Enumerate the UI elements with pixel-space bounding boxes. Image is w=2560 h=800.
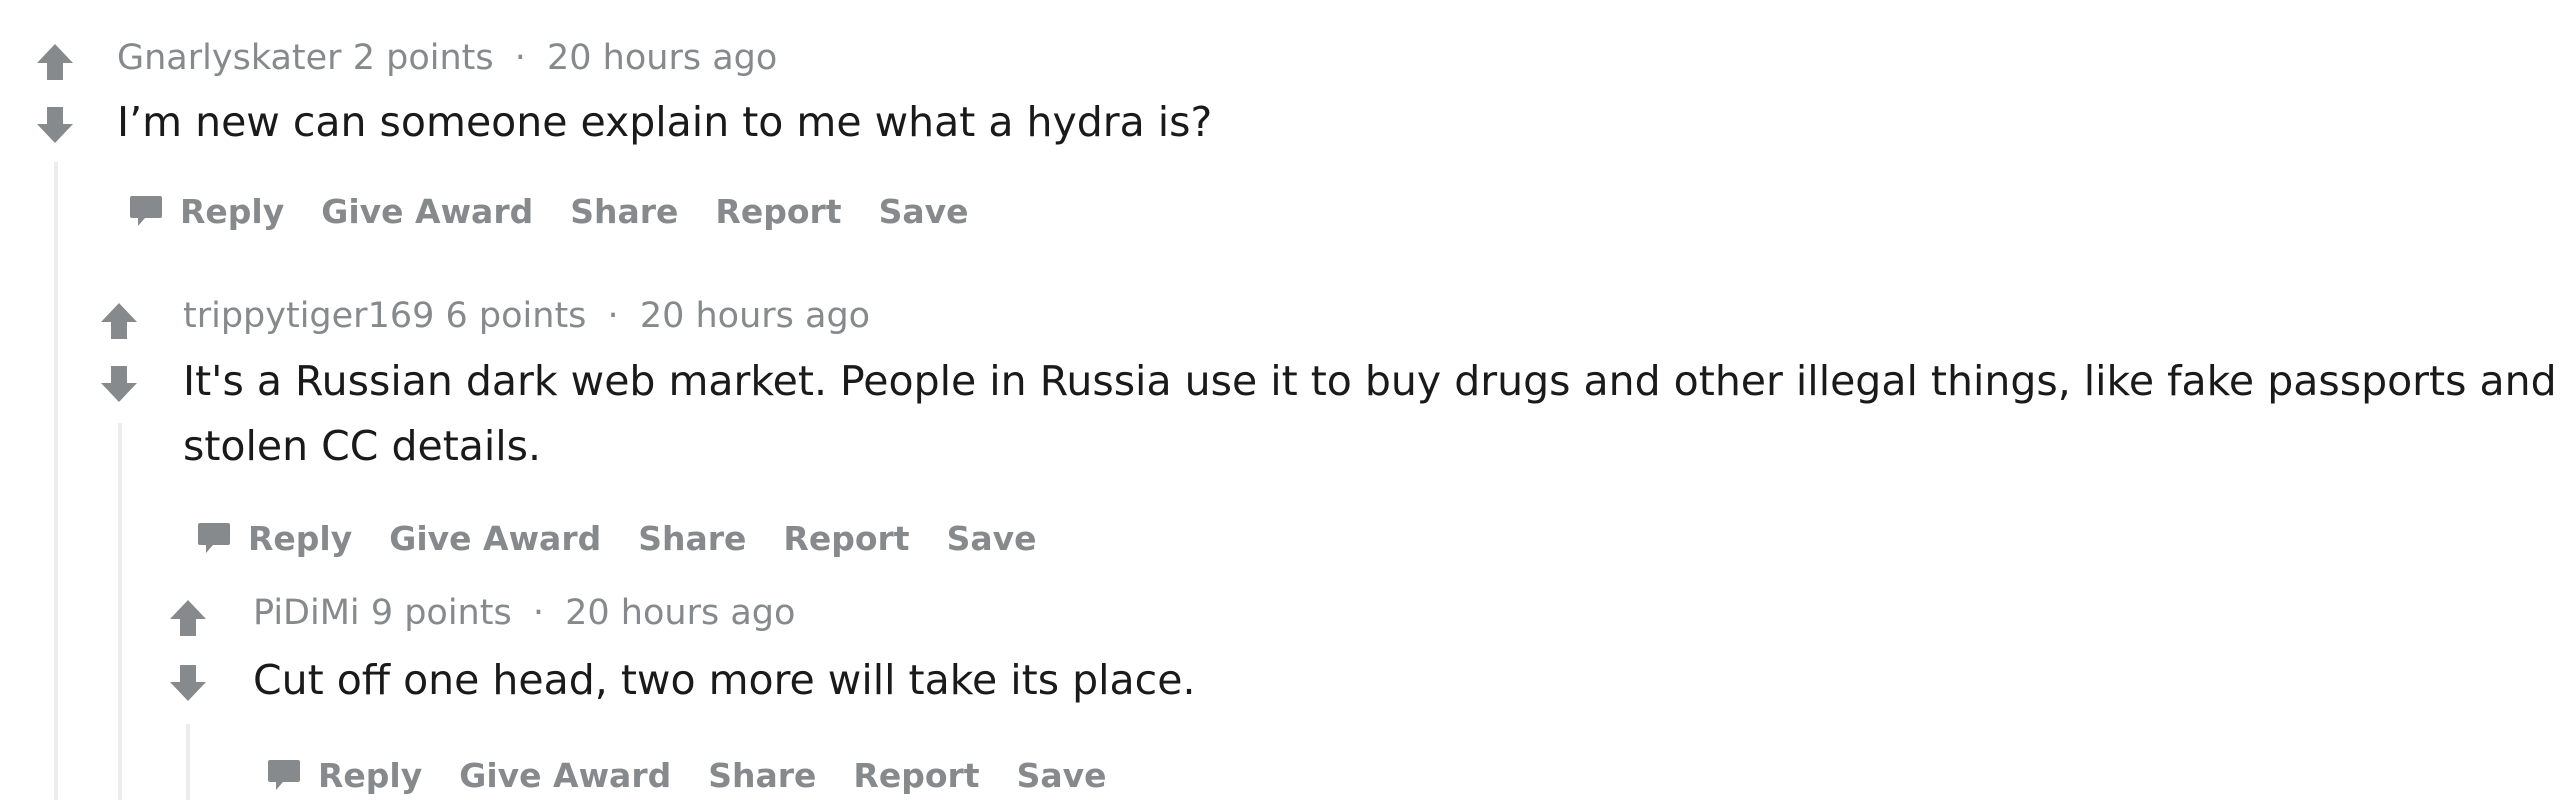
reply-label: Reply <box>180 191 285 231</box>
downvote-arrow-icon[interactable] <box>35 105 75 145</box>
share-button[interactable]: Share <box>638 519 746 558</box>
upvote-arrow-icon[interactable] <box>99 301 139 341</box>
thread-line-level-1[interactable] <box>54 162 58 800</box>
comment-actions: Reply Give Award Share Report Save <box>266 750 1107 800</box>
comment-meta: Gnarlyskater 2 points · 20 hours ago <box>117 38 777 78</box>
reply-button[interactable]: Reply <box>196 519 352 558</box>
meta-separator: · <box>532 593 544 633</box>
upvote-arrow-icon[interactable] <box>35 42 75 82</box>
save-button[interactable]: Save <box>947 519 1037 558</box>
points-count: 2 points <box>352 38 494 78</box>
reply-label: Reply <box>318 755 423 795</box>
reply-label: Reply <box>248 518 353 558</box>
author-link[interactable]: PiDiMi <box>253 593 360 633</box>
author-link[interactable]: Gnarlyskater <box>117 38 342 78</box>
report-button[interactable]: Report <box>853 756 979 795</box>
speech-bubble-icon <box>198 523 230 553</box>
downvote-arrow-icon[interactable] <box>168 663 208 703</box>
points-count: 9 points <box>370 593 512 633</box>
comment-body: Cut off one head, two more will take its… <box>253 656 1196 704</box>
timestamp-link[interactable]: 20 hours ago <box>565 593 795 633</box>
author-link[interactable]: trippytiger169 <box>183 296 434 336</box>
downvote-arrow-icon[interactable] <box>99 364 139 404</box>
comment-body-line: stolen CC details. <box>183 422 542 470</box>
timestamp-link[interactable]: 20 hours ago <box>640 296 870 336</box>
meta-separator: · <box>607 296 619 336</box>
timestamp-link[interactable]: 20 hours ago <box>547 38 777 78</box>
speech-bubble-icon <box>268 760 300 790</box>
comment-meta: trippytiger169 6 points · 20 hours ago <box>183 296 870 336</box>
share-button[interactable]: Share <box>708 756 816 795</box>
give-award-button[interactable]: Give Award <box>321 192 533 231</box>
comment-body: It's a Russian dark web market. People i… <box>183 349 2557 479</box>
comment-actions: Reply Give Award Share Report Save <box>196 513 1037 563</box>
meta-separator: · <box>514 38 526 78</box>
save-button[interactable]: Save <box>879 192 969 231</box>
save-button[interactable]: Save <box>1017 756 1107 795</box>
thread-line-level-3[interactable] <box>186 724 190 800</box>
reply-button[interactable]: Reply <box>128 192 284 231</box>
comment-body: I’m new can someone explain to me what a… <box>117 98 1213 146</box>
share-button[interactable]: Share <box>570 192 678 231</box>
comment-actions: Reply Give Award Share Report Save <box>128 186 969 236</box>
give-award-button[interactable]: Give Award <box>459 756 671 795</box>
comment-meta: PiDiMi 9 points · 20 hours ago <box>253 593 795 633</box>
report-button[interactable]: Report <box>783 519 909 558</box>
thread-line-level-2[interactable] <box>118 423 122 800</box>
speech-bubble-icon <box>130 196 162 226</box>
upvote-arrow-icon[interactable] <box>168 598 208 638</box>
give-award-button[interactable]: Give Award <box>389 519 601 558</box>
comment-body-line: It's a Russian dark web market. People i… <box>183 357 2557 405</box>
reply-button[interactable]: Reply <box>266 756 422 795</box>
report-button[interactable]: Report <box>715 192 841 231</box>
points-count: 6 points <box>445 296 587 336</box>
